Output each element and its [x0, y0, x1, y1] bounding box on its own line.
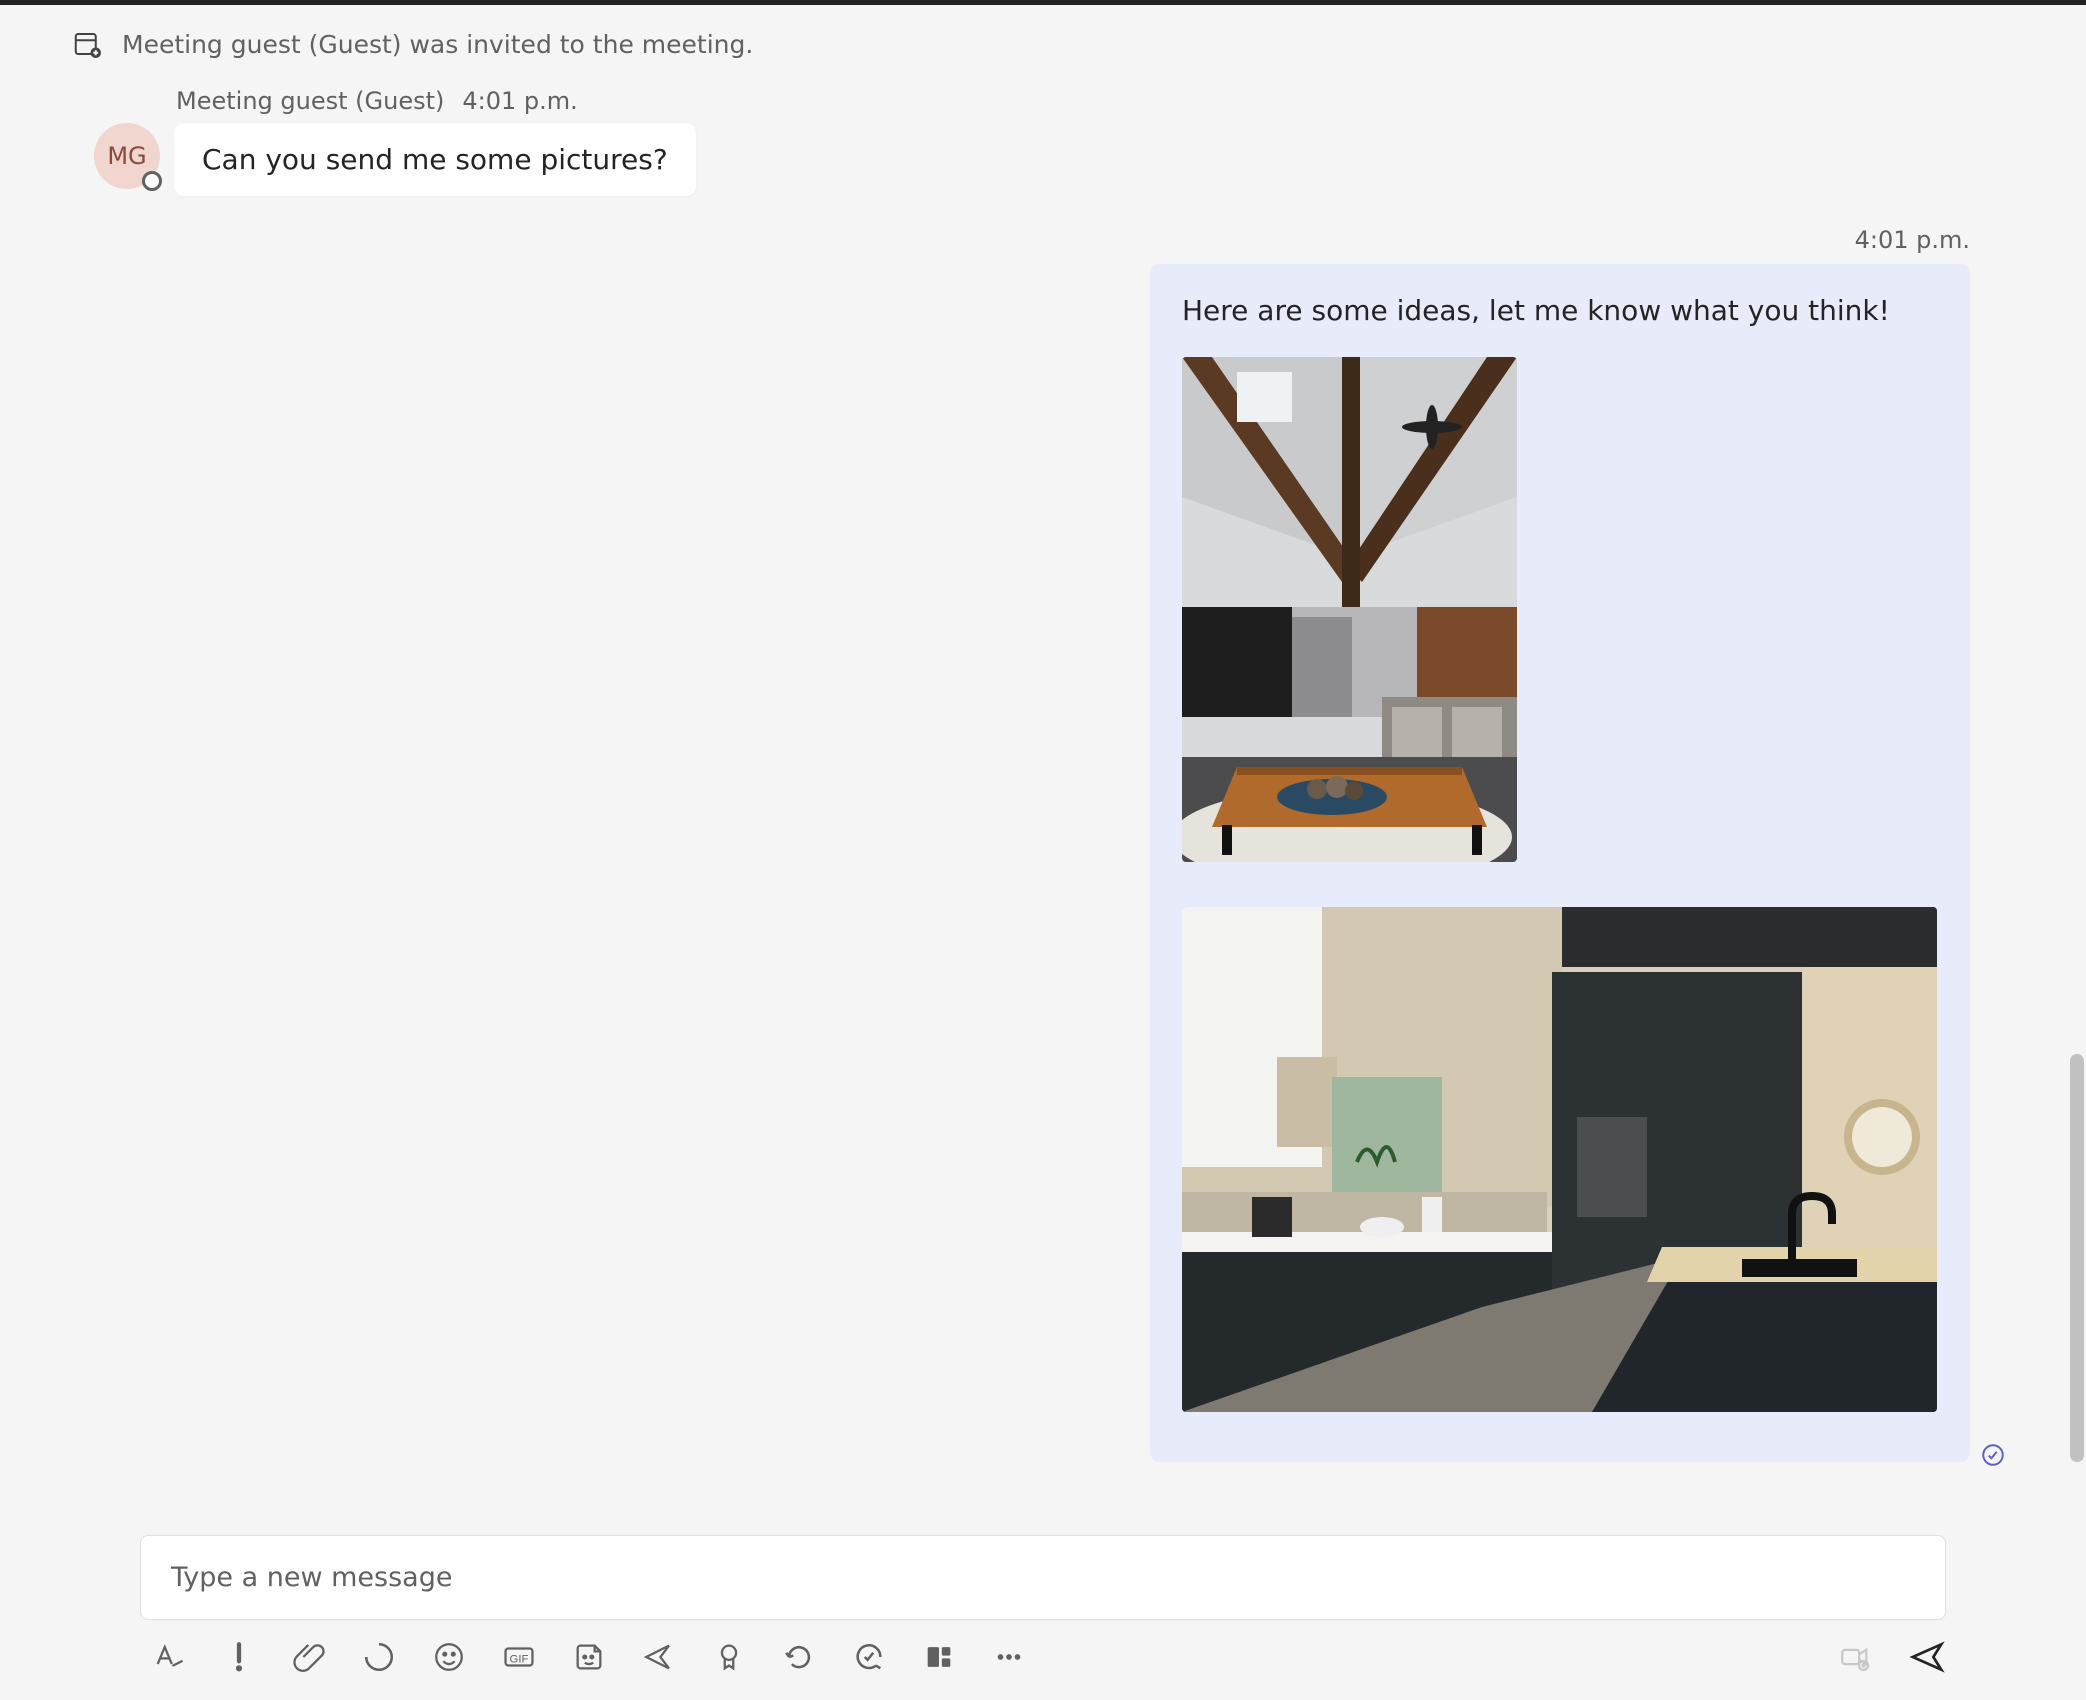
updates-icon[interactable]	[782, 1640, 816, 1674]
more-icon[interactable]	[992, 1640, 1026, 1674]
system-event-row: Meeting guest (Guest) was invited to the…	[40, 17, 2046, 71]
message-timestamp: 4:01 p.m.	[462, 87, 577, 115]
scrollbar[interactable]	[2066, 0, 2086, 1700]
system-event-text: Meeting guest (Guest) was invited to the…	[122, 30, 753, 59]
presence-indicator	[142, 171, 162, 191]
video-clip-icon[interactable]	[1838, 1640, 1872, 1674]
stream-icon[interactable]	[922, 1640, 956, 1674]
message-input[interactable]: Type a new message	[140, 1535, 1946, 1620]
calendar-add-icon	[72, 29, 102, 59]
svg-text:GIF: GIF	[510, 1654, 529, 1666]
composer-toolbar: GIF	[140, 1638, 1946, 1676]
avatar-initials: MG	[107, 142, 146, 170]
approvals-icon[interactable]	[712, 1640, 746, 1674]
chat-message-list: Meeting guest (Guest) was invited to the…	[0, 5, 2086, 1525]
sendlater-icon[interactable]	[642, 1640, 676, 1674]
message-composer: Type a new message GIF	[0, 1525, 2086, 1700]
sticker-icon[interactable]	[572, 1640, 606, 1674]
image-attachment[interactable]	[1182, 357, 1517, 862]
attach-icon[interactable]	[292, 1640, 326, 1674]
scrollbar-thumb[interactable]	[2070, 1054, 2084, 1462]
emoji-icon[interactable]	[432, 1640, 466, 1674]
incoming-message-row: MG Can you send me some pictures?	[40, 123, 2046, 196]
format-icon[interactable]	[152, 1640, 186, 1674]
outgoing-message-block: 4:01 p.m. Here are some ideas, let me kn…	[40, 226, 2046, 1462]
priority-icon[interactable]	[222, 1640, 256, 1674]
gif-icon[interactable]: GIF	[502, 1640, 536, 1674]
incoming-message-bubble[interactable]: Can you send me some pictures?	[174, 123, 696, 196]
incoming-message-text: Can you send me some pictures?	[202, 143, 668, 176]
send-button[interactable]	[1908, 1638, 1946, 1676]
sender-name: Meeting guest (Guest)	[176, 87, 444, 115]
outgoing-message-text: Here are some ideas, let me know what yo…	[1182, 294, 1938, 327]
incoming-message-header: Meeting guest (Guest) 4:01 p.m.	[40, 87, 2046, 115]
input-placeholder: Type a new message	[171, 1562, 452, 1593]
outgoing-message-bubble[interactable]: Here are some ideas, let me know what yo…	[1150, 264, 1970, 1462]
image-attachment[interactable]	[1182, 907, 1937, 1412]
loop-icon[interactable]	[362, 1640, 396, 1674]
poll-icon[interactable]	[852, 1640, 886, 1674]
avatar[interactable]: MG	[94, 123, 160, 189]
read-receipt-icon	[1980, 1442, 2006, 1468]
message-timestamp: 4:01 p.m.	[40, 226, 2046, 254]
